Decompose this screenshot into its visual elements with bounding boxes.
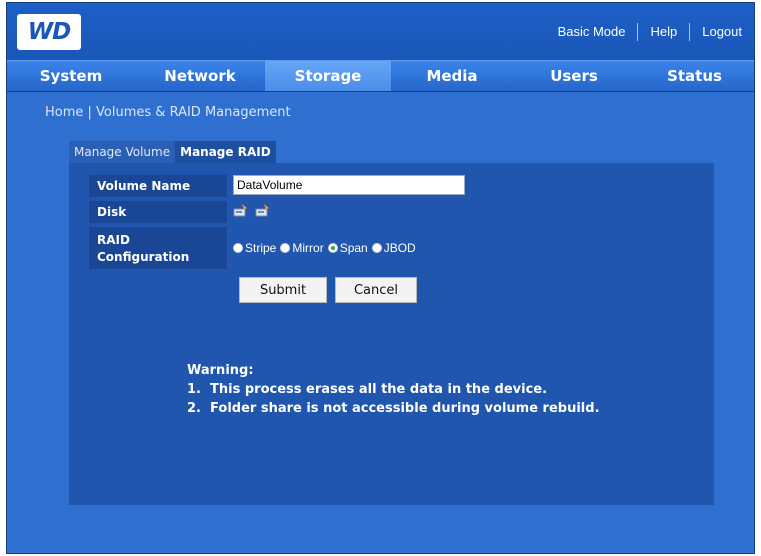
breadcrumb-current: Volumes & RAID Management <box>96 105 291 120</box>
radio-stripe-label: Stripe <box>245 241 277 255</box>
breadcrumb: Home | Volumes & RAID Management <box>45 105 291 120</box>
warning-message: Warning: 1. This process erases all the … <box>187 361 600 418</box>
submit-button[interactable]: Submit <box>239 277 327 303</box>
disk-drive-icon[interactable] <box>255 203 271 219</box>
raid-label-line2: Configuration <box>97 250 190 264</box>
header-links: Basic Mode Help Logout <box>546 3 754 60</box>
volume-name-label: Volume Name <box>89 175 227 197</box>
tab-manage-volume[interactable]: Manage Volume <box>69 141 176 163</box>
tab-users[interactable]: Users <box>513 61 635 91</box>
volume-name-input[interactable] <box>233 175 465 195</box>
raid-panel: Volume Name Disk RAID Configuration Strip… <box>69 163 714 505</box>
tab-storage[interactable]: Storage <box>265 61 391 91</box>
radio-stripe[interactable]: Stripe <box>233 241 276 255</box>
radio-span-label: Span <box>339 241 368 255</box>
radio-button[interactable] <box>233 243 243 253</box>
warning-line-1: 1. This process erases all the data in t… <box>187 382 548 397</box>
app-window: WD Basic Mode Help Logout System Network… <box>6 2 755 554</box>
radio-button[interactable] <box>371 243 382 253</box>
raid-options: Stripe Mirror Span JBOD <box>233 241 420 255</box>
disk-label: Disk <box>89 201 227 223</box>
tab-network[interactable]: Network <box>135 61 265 91</box>
raid-label-line1: RAID <box>97 233 130 247</box>
header-bar: WD Basic Mode Help Logout <box>7 3 754 60</box>
breadcrumb-separator: | <box>83 105 97 120</box>
tab-status[interactable]: Status <box>635 61 754 91</box>
radio-button[interactable] <box>280 243 291 253</box>
sub-tabs: Manage Volume Manage RAID <box>69 141 276 163</box>
basic-mode-link[interactable]: Basic Mode <box>546 24 638 39</box>
cancel-button[interactable]: Cancel <box>335 277 417 303</box>
tab-system[interactable]: System <box>7 61 135 91</box>
logout-link[interactable]: Logout <box>690 24 754 39</box>
breadcrumb-home[interactable]: Home <box>45 105 83 120</box>
radio-button-selected[interactable] <box>327 243 338 253</box>
radio-mirror-label: Mirror <box>292 241 324 255</box>
tab-media[interactable]: Media <box>391 61 513 91</box>
raid-configuration-label: RAID Configuration <box>89 227 227 269</box>
warning-line-2: 2. Folder share is not accessible during… <box>187 401 600 416</box>
radio-jbod[interactable]: JBOD <box>371 241 416 255</box>
main-nav: System Network Storage Media Users Statu… <box>7 60 754 92</box>
help-link[interactable]: Help <box>638 24 689 39</box>
radio-jbod-label: JBOD <box>383 241 416 255</box>
tab-manage-raid[interactable]: Manage RAID <box>175 141 276 163</box>
radio-mirror[interactable]: Mirror <box>280 241 324 255</box>
warning-title: Warning: <box>187 363 254 378</box>
wd-logo[interactable]: WD <box>17 14 81 50</box>
disk-drive-icon[interactable] <box>233 203 249 219</box>
radio-span[interactable]: Span <box>327 241 368 255</box>
